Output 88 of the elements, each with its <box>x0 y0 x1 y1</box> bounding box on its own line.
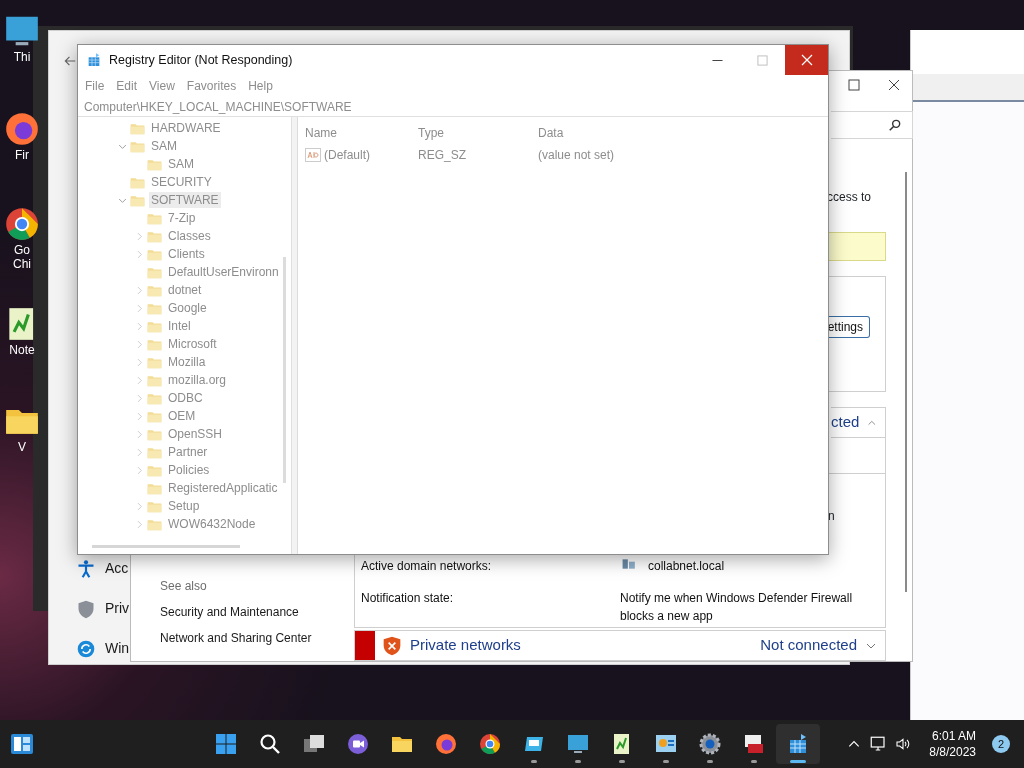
chat-icon[interactable] <box>346 732 370 756</box>
desktop-icon-label[interactable]: Fir <box>7 148 37 162</box>
toolbox-icon[interactable] <box>742 732 766 756</box>
notification-badge[interactable]: 2 <box>992 735 1010 753</box>
column-header[interactable]: Name <box>298 124 418 142</box>
section-status: Not connected <box>760 635 857 656</box>
monitor-icon[interactable] <box>566 732 590 756</box>
column-header[interactable]: Type <box>418 124 538 142</box>
registry-icon <box>86 52 102 68</box>
settings-icon[interactable] <box>698 732 722 756</box>
field-label: Notification state: <box>361 590 455 607</box>
nav-item[interactable]: Priv <box>105 598 130 619</box>
desktop-icon-label[interactable]: Note <box>7 343 37 357</box>
shield-icon <box>76 598 96 619</box>
speaker-icon[interactable] <box>895 736 912 752</box>
nav-item[interactable]: Win <box>105 638 130 659</box>
maximize-icon[interactable] <box>848 78 860 91</box>
tree-item[interactable]: dotnet <box>166 282 204 298</box>
ring-browser-icon[interactable] <box>3 205 41 243</box>
tree-item[interactable]: SECURITY <box>149 174 214 190</box>
nav-item[interactable]: Acc <box>105 558 129 579</box>
tree-item[interactable]: ODBC <box>166 390 205 406</box>
close-icon[interactable] <box>888 78 900 91</box>
tree-item[interactable]: SAM <box>149 138 179 154</box>
search-field[interactable] <box>831 111 913 139</box>
tree-item[interactable]: Intel <box>166 318 193 334</box>
table-cell-text: (value not set) <box>538 147 615 164</box>
search-icon <box>888 118 902 133</box>
window-title: Registry Editor (Not Responding) <box>109 51 293 69</box>
desktop-icon-label[interactable]: Go Chi <box>7 243 37 271</box>
tree-item[interactable]: SOFTWARE <box>149 192 221 208</box>
shield-x-icon <box>382 635 402 656</box>
section-header[interactable]: cted <box>831 407 886 438</box>
menu-item[interactable]: Help <box>242 77 279 95</box>
link[interactable]: Network and Sharing Center <box>160 629 354 647</box>
tree-item[interactable]: Microsoft <box>166 336 219 352</box>
section-title: Private networks <box>410 635 521 656</box>
desktop-icon-label[interactable]: V <box>7 440 37 454</box>
section-header[interactable]: Private networks Not connected <box>354 630 886 661</box>
menu-item[interactable]: View <box>143 77 181 95</box>
tree-item[interactable]: SAM <box>166 156 196 172</box>
tree-item[interactable]: HARDWARE <box>149 120 223 136</box>
tree-item[interactable]: WOW6432Node <box>166 516 258 532</box>
column-header[interactable]: Data <box>538 124 564 142</box>
tree-item[interactable]: Mozilla <box>166 354 208 370</box>
tree-item[interactable]: Classes <box>166 228 213 244</box>
sync-icon <box>76 638 96 659</box>
menu-item[interactable]: File <box>79 77 111 95</box>
settings-button[interactable]: ettings <box>827 316 870 338</box>
table-cell-text: (Default) <box>324 147 370 164</box>
table-cell-text: REG_SZ <box>418 147 467 164</box>
tree-item[interactable]: Policies <box>166 462 212 478</box>
network-icon[interactable] <box>869 735 888 753</box>
paragraph-text: n <box>828 509 835 523</box>
tree-item[interactable]: mozilla.org <box>166 372 229 388</box>
flame-globe-icon[interactable] <box>434 732 458 756</box>
search-icon[interactable] <box>258 732 282 756</box>
field-label: Active domain networks: <box>361 558 493 575</box>
desktop-icon-label[interactable]: Thi <box>7 50 37 64</box>
tree-item[interactable]: DefaultUserEnvironn <box>166 264 281 280</box>
tree-item[interactable]: Setup <box>166 498 202 514</box>
string-value-icon <box>305 148 321 162</box>
field-value: Notify me when Windows Defender Firewall blocks a new app <box>620 590 854 625</box>
field-value: collabnet.local <box>648 558 725 575</box>
widgets-icon[interactable] <box>10 732 34 756</box>
start-icon[interactable] <box>214 732 238 756</box>
taskbar-app-button[interactable] <box>776 724 820 764</box>
menu-item[interactable]: Edit <box>110 77 144 95</box>
ring-browser-icon[interactable] <box>478 732 502 756</box>
scrollbar-thumb[interactable] <box>92 545 240 548</box>
tree-item[interactable]: OpenSSH <box>166 426 225 442</box>
menu-item[interactable]: Favorites <box>180 77 243 95</box>
tree-item[interactable]: 7-Zip <box>166 210 198 226</box>
network-icon <box>620 557 638 571</box>
scrollbar-thumb[interactable] <box>905 172 907 592</box>
clock[interactable]: 6:01 AM 8/8/2023 <box>929 728 976 760</box>
tree-item[interactable]: RegisteredApplicatic <box>166 480 280 496</box>
link[interactable]: Security and Maintenance <box>160 603 354 621</box>
flame-globe-icon[interactable] <box>3 110 41 148</box>
tree-item[interactable]: Clients <box>166 246 207 262</box>
address-bar[interactable]: Computer\HKEY_LOCAL_MACHINE\SOFTWARE <box>78 97 828 117</box>
tree-item[interactable]: OEM <box>166 408 198 424</box>
scrollbar-thumb[interactable] <box>283 257 286 483</box>
status-bar-indicator <box>355 631 375 660</box>
section-heading: See also <box>160 578 208 595</box>
person-icon <box>76 558 96 579</box>
tree-item[interactable]: Google <box>166 300 209 316</box>
tree-item[interactable]: Partner <box>166 444 210 460</box>
